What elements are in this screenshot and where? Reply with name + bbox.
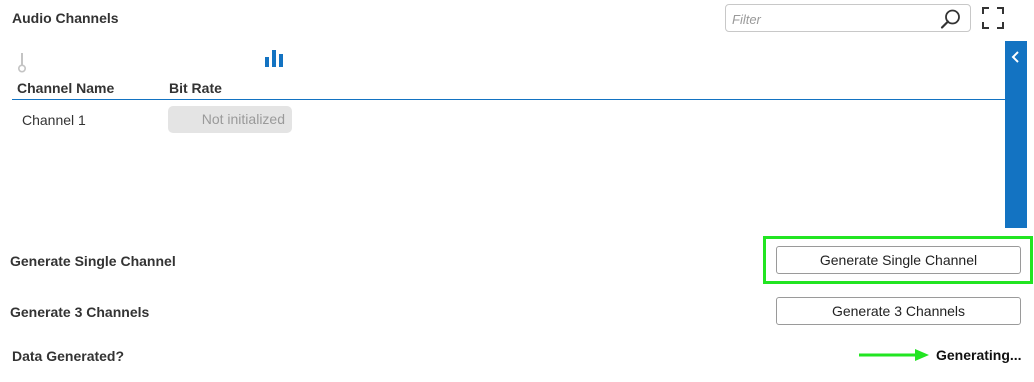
search-icon[interactable] — [940, 8, 962, 30]
pin-icon[interactable] — [16, 52, 28, 74]
bar-chart-icon — [265, 50, 283, 67]
fullscreen-icon[interactable] — [982, 7, 1004, 29]
data-generated-label: Data Generated? — [12, 348, 125, 364]
bit-rate-badge: Not initialized — [168, 106, 292, 133]
collapse-side-tab[interactable] — [1005, 41, 1027, 228]
arrow-right-icon — [859, 349, 929, 361]
generate-three-label: Generate 3 Channels — [10, 304, 150, 320]
panel-title: Audio Channels — [12, 10, 119, 26]
generate-three-channels-button[interactable]: Generate 3 Channels — [776, 297, 1021, 325]
generation-status: Generating... — [936, 347, 1022, 363]
column-header-bit-rate[interactable]: Bit Rate — [169, 80, 222, 96]
generate-single-channel-button[interactable]: Generate Single Channel — [776, 246, 1021, 274]
chevron-left-icon — [1011, 51, 1019, 63]
column-header-channel-name[interactable]: Channel Name — [17, 80, 114, 96]
generate-single-label: Generate Single Channel — [10, 253, 176, 269]
header-divider — [12, 99, 1005, 100]
channel-name-cell: Channel 1 — [22, 112, 86, 128]
filter-input[interactable] — [732, 9, 932, 29]
filter-box[interactable] — [725, 4, 971, 32]
